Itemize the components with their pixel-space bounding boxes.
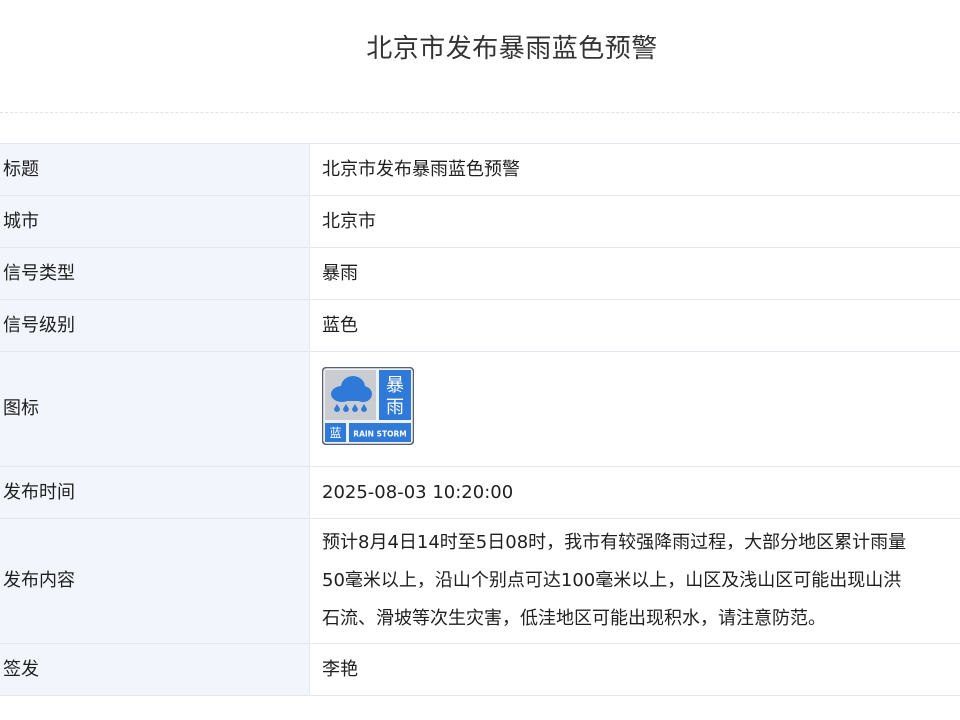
table-row: 城市 北京市 (0, 195, 960, 248)
row-value-title: 北京市发布暴雨蓝色预警 (309, 143, 960, 196)
warning-detail-table: 标题 北京市发布暴雨蓝色预警 城市 北京市 信号类型 暴雨 信号级别 蓝色 图标 (0, 143, 960, 696)
row-value-content: 预计8月4日14时至5日08时，我市有较强降雨过程，大部分地区累计雨量 50毫米… (309, 518, 960, 644)
row-value-icon: 暴 雨 蓝 RAIN STORM (309, 351, 960, 467)
content-line: 预计8月4日14时至5日08时，我市有较强降雨过程，大部分地区累计雨量 (322, 532, 907, 553)
row-value-issuer: 李艳 (309, 643, 960, 696)
row-label-city: 城市 (0, 195, 310, 248)
content-line: 石流、滑坡等次生灾害，低洼地区可能出现积水，请注意防范。 (322, 608, 826, 629)
row-label-content: 发布内容 (0, 518, 310, 644)
icon-text-top: 暴 (386, 375, 404, 396)
row-value-signal-type: 暴雨 (309, 247, 960, 300)
row-label-publish-time: 发布时间 (0, 466, 310, 519)
page-title: 北京市发布暴雨蓝色预警 (366, 34, 658, 64)
rainstorm-blue-warning-icon: 暴 雨 蓝 RAIN STORM (322, 367, 414, 445)
table-row: 图标 暴 雨 蓝 RAIN STORM (0, 351, 960, 467)
row-value-publish-time: 2025-08-03 10:20:00 (309, 466, 960, 519)
table-row: 发布内容 预计8月4日14时至5日08时，我市有较强降雨过程，大部分地区累计雨量… (0, 518, 960, 644)
icon-caption: RAIN STORM (353, 430, 406, 439)
table-row: 签发 李艳 (0, 643, 960, 696)
table-row: 信号级别 蓝色 (0, 299, 960, 352)
title-divider (0, 112, 960, 113)
icon-text-bottom: 雨 (386, 397, 404, 418)
row-label-title: 标题 (0, 143, 310, 196)
row-label-icon: 图标 (0, 351, 310, 467)
table-row: 标题 北京市发布暴雨蓝色预警 (0, 143, 960, 196)
content-line: 50毫米以上，沿山个别点可达100毫米以上，山区及浅山区可能出现山洪 (322, 570, 902, 591)
row-value-signal-level: 蓝色 (309, 299, 960, 352)
row-label-signal-level: 信号级别 (0, 299, 310, 352)
row-label-signal-type: 信号类型 (0, 247, 310, 300)
table-row: 发布时间 2025-08-03 10:20:00 (0, 466, 960, 519)
row-value-city: 北京市 (309, 195, 960, 248)
icon-level-char: 蓝 (329, 426, 341, 440)
table-row: 信号类型 暴雨 (0, 247, 960, 300)
row-label-issuer: 签发 (0, 643, 310, 696)
